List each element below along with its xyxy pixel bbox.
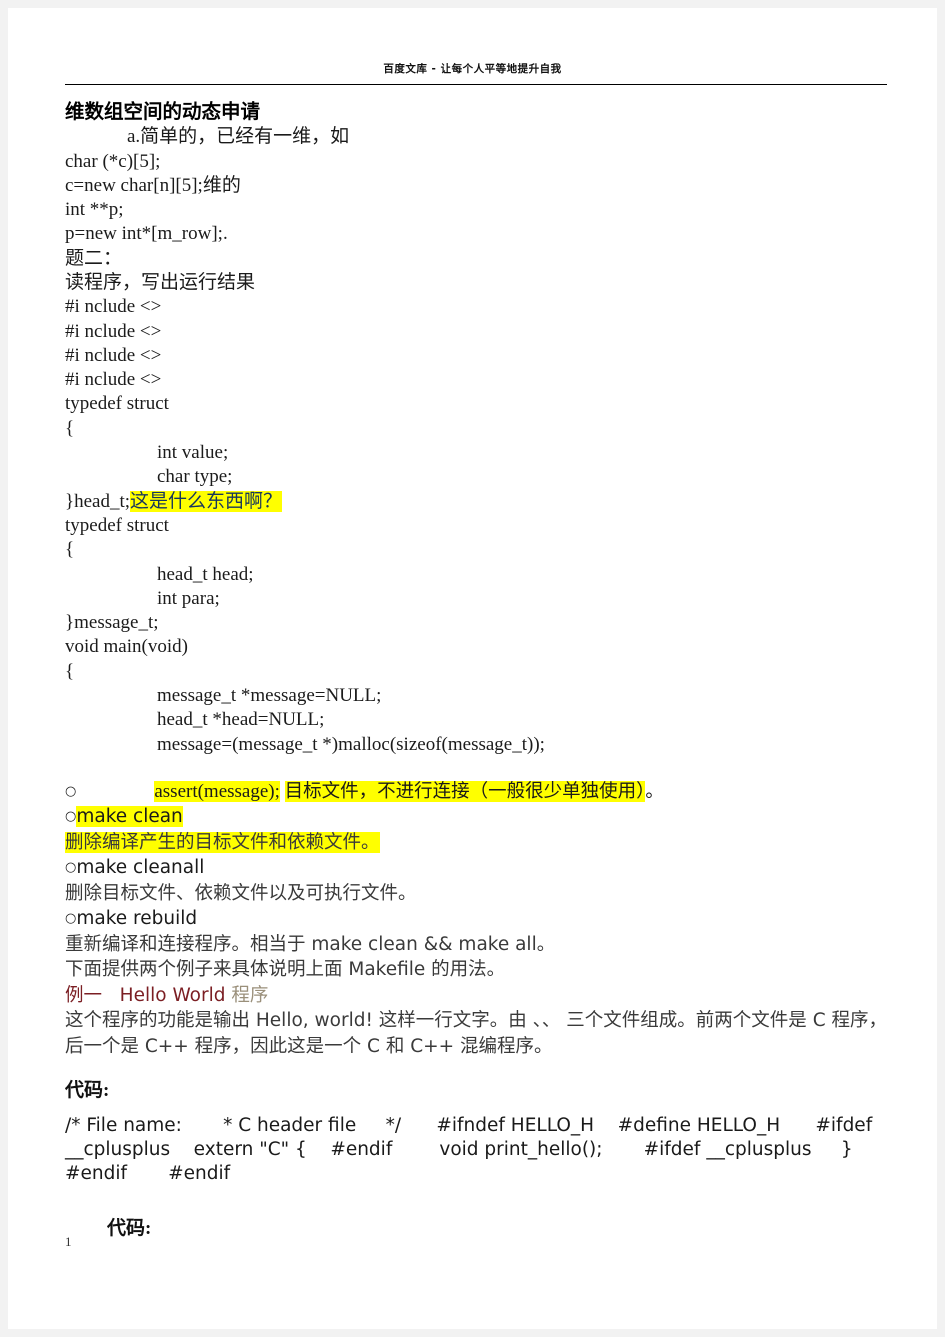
bullet-icon: ○ <box>65 860 77 876</box>
example-name: Hello World <box>119 984 226 1006</box>
vertical-space <box>65 1186 887 1216</box>
make-target-description: 重新编译和连接程序。相当于 make clean && make all。 <box>65 933 556 955</box>
assert-line: ○ assert(message); 目标文件，不进行连接（一般很少单独使用）。 <box>65 779 887 805</box>
example-heading: 例一 Hello World 程序 <box>65 983 887 1009</box>
question-label: 题二： <box>65 247 123 269</box>
struct1-inline-comment: 这是什么东西啊？ <box>130 490 283 512</box>
document-page: 百度文库 - 让每个人平等地提升自我 维数组空间的动态申请 a.简单的，已经有一… <box>8 8 937 1329</box>
make-target-name-line: ○make clean <box>65 804 887 830</box>
main-body-line: head_t *head=NULL; <box>157 709 325 731</box>
assert-space <box>280 781 285 802</box>
struct1-close-line: }head_t;这是什么东西啊？ <box>65 490 887 514</box>
bullet-icon: ○ <box>65 809 77 825</box>
struct2-open-brace: { <box>65 539 75 561</box>
struct1-typedef: typedef struct <box>65 393 169 415</box>
example-description: 这个程序的功能是输出 Hello, world! 这样一行文字。由 、、 三个文… <box>65 1010 887 1058</box>
main-signature: void main(void) <box>65 636 188 658</box>
make-target-description: 删除编译产生的目标文件和依赖文件。 <box>65 831 380 853</box>
intro-line: a.简单的，已经有一维，如 <box>127 126 350 147</box>
make-target-name: make cleanall <box>76 857 205 879</box>
struct1-field: int value; <box>157 442 229 464</box>
example-suffix: 程序 <box>231 984 269 1006</box>
make-target-description-line: 重新编译和连接程序。相当于 make clean && make all。 <box>65 932 887 958</box>
code-line: char (*c)[5]; <box>65 150 161 172</box>
main-open-brace: { <box>65 660 75 682</box>
vertical-space <box>65 1060 887 1078</box>
code-line: c=new char[n][5];维的 <box>65 174 241 196</box>
struct2-field: head_t head; <box>157 563 254 585</box>
main-body-line: message_t *message=NULL; <box>157 685 382 707</box>
bullet-icon: ○ <box>65 783 77 799</box>
example-heading-space <box>102 985 120 1006</box>
site-watermark-text: 百度文库 - 让每个人平等地提升自我 <box>383 63 562 75</box>
code-line: p=new int*[m_row];. <box>65 223 228 245</box>
struct1-field: char type; <box>157 466 233 488</box>
document-body: 维数组空间的动态申请 a.简单的，已经有一维，如 char (*c)[5]; c… <box>65 100 887 1242</box>
code-heading: 代码: <box>65 1080 110 1102</box>
include-line: #i nclude <> <box>65 344 162 366</box>
bullet-icon: ○ <box>65 911 77 927</box>
include-line: #i nclude <> <box>65 296 162 318</box>
page-title: 维数组空间的动态申请 <box>65 102 261 123</box>
main-body-line: message=(message_t *)malloc(sizeof(messa… <box>157 733 545 755</box>
make-target-description: 删除目标文件、依赖文件以及可执行文件。 <box>65 882 417 904</box>
struct2-field: int para; <box>157 587 220 609</box>
make-target-description-line: 删除目标文件、依赖文件以及可执行文件。 <box>65 881 887 907</box>
header-divider <box>65 84 887 85</box>
include-line: #i nclude <> <box>65 369 162 391</box>
makefile-note: 下面提供两个例子来具体说明上面 Makefile 的用法。 <box>65 959 506 981</box>
struct2-close: }message_t; <box>65 612 159 634</box>
page-header: 百度文库 - 让每个人平等地提升自我 <box>8 8 937 86</box>
vertical-space <box>65 1104 887 1114</box>
page-number: 1 <box>65 1234 72 1249</box>
assert-comment-highlight: 目标文件，不进行连接（一般很少单独使用） <box>284 780 646 802</box>
vertical-space <box>65 757 887 779</box>
make-target-name-line: ○make cleanall <box>65 855 887 881</box>
make-target-name: make rebuild <box>76 908 198 930</box>
assert-code: assert(message); <box>154 780 280 802</box>
make-target-name: make clean <box>76 806 183 828</box>
code-line: int **p; <box>65 199 124 221</box>
code-heading-second: 代码: <box>107 1218 152 1240</box>
example-label: 例一 <box>65 984 103 1006</box>
question-text: 读程序，写出运行结果 <box>65 271 256 293</box>
struct2-typedef: typedef struct <box>65 514 169 536</box>
struct1-open-brace: { <box>65 417 75 439</box>
code-block: /* File name: * C header file */ #ifndef… <box>65 1115 879 1185</box>
assert-comment-tail: 。 <box>645 780 664 802</box>
struct1-close: }head_t; <box>65 490 131 512</box>
include-line: #i nclude <> <box>65 320 162 342</box>
make-target-description-line: 删除编译产生的目标文件和依赖文件。 <box>65 830 887 856</box>
make-target-name-line: ○make rebuild <box>65 906 887 932</box>
